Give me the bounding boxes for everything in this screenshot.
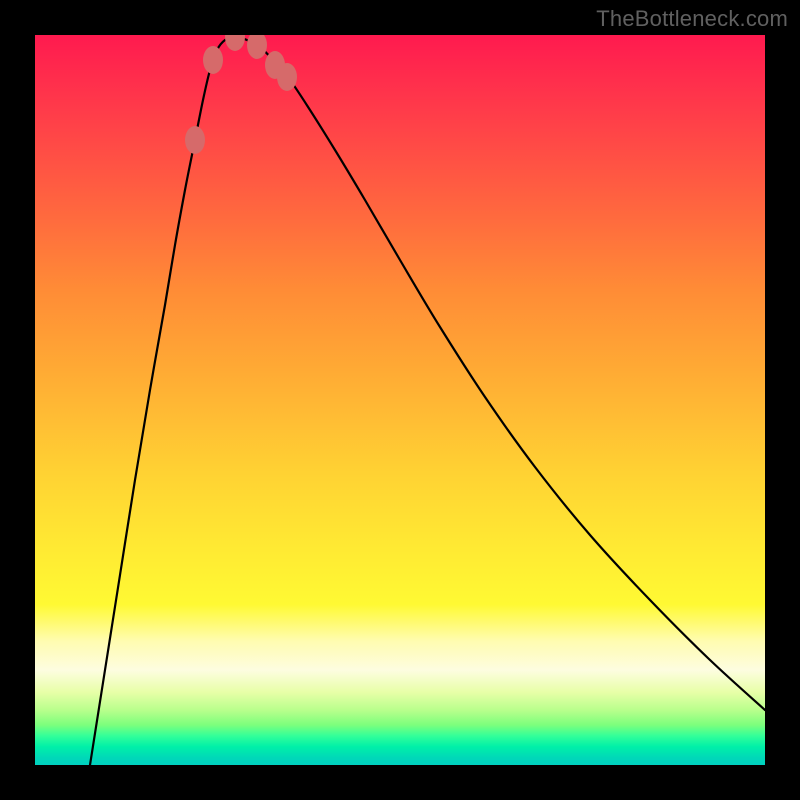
left-lower-marker — [203, 46, 223, 74]
left-upper-marker — [185, 126, 205, 154]
center-marker — [225, 35, 245, 51]
plot-area — [35, 35, 765, 765]
chart-frame: TheBottleneck.com — [0, 0, 800, 800]
watermark-label: TheBottleneck.com — [596, 6, 788, 32]
right-upper2-marker — [277, 63, 297, 91]
marker-layer — [35, 35, 765, 765]
right-lower-marker — [247, 35, 267, 59]
